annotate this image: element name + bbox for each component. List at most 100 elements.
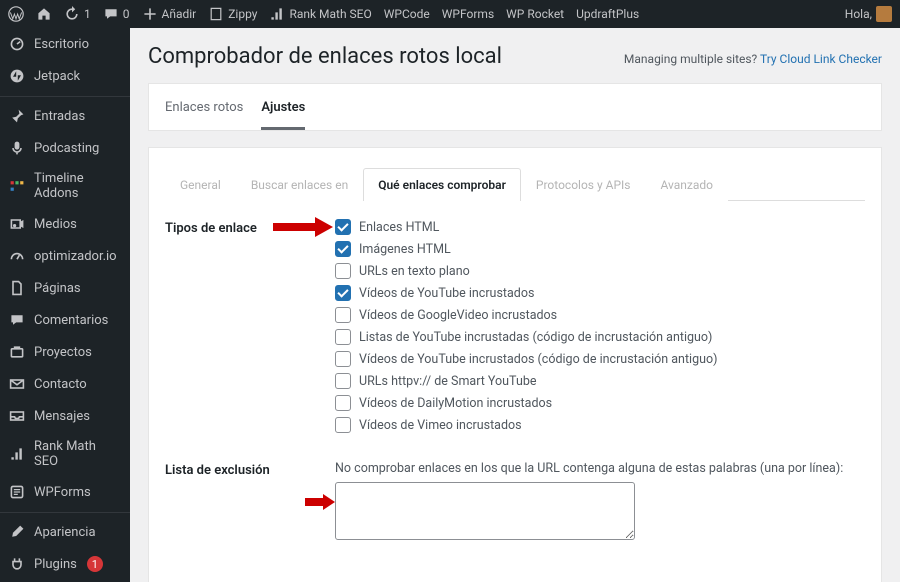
annotation-arrow: [305, 493, 335, 511]
tb-rankmath[interactable]: Rank Math SEO: [269, 6, 371, 22]
sidebar-item-label: Páginas: [34, 281, 81, 296]
brush-icon: [8, 523, 26, 541]
update-badge: 1: [87, 556, 103, 572]
link-type-option[interactable]: Enlaces HTML: [335, 219, 865, 235]
sidebar-item-label: Contacto: [34, 377, 87, 392]
checkbox[interactable]: [335, 241, 351, 257]
sidebar-item-optimizador-io[interactable]: optimizador.io: [0, 240, 130, 272]
link-type-label: Vídeos de DailyMotion incrustados: [359, 396, 552, 411]
link-type-option[interactable]: Imágenes HTML: [335, 241, 865, 257]
settings-panel: General Buscar enlaces en Qué enlaces co…: [148, 147, 882, 582]
sidebar-item-wpforms[interactable]: WPForms: [0, 476, 130, 508]
sidebar-item-label: WPForms: [34, 485, 91, 500]
checkbox[interactable]: [335, 373, 351, 389]
sidebar-item-proyectos[interactable]: Proyectos: [0, 336, 130, 368]
sidebar-item-timeline-addons[interactable]: Timeline Addons: [0, 164, 130, 208]
link-type-option[interactable]: Vídeos de YouTube incrustados (código de…: [335, 351, 865, 367]
link-type-option[interactable]: Listas de YouTube incrustadas (código de…: [335, 329, 865, 345]
admin-sidebar: EscritorioJetpack Entradas Podcasting Timel…: [0, 28, 130, 582]
jetpack-icon: [8, 67, 26, 85]
sidebar-item-label: Plugins: [34, 557, 77, 572]
sidebar-item-mensajes[interactable]: Mensajes: [0, 400, 130, 432]
timeline-icon: [8, 177, 26, 195]
dashboard-icon: [8, 35, 26, 53]
media-icon: [8, 215, 26, 233]
subtab-que-enlaces[interactable]: Qué enlaces comprobar: [363, 168, 521, 201]
sidebar-item-label: Comentarios: [34, 313, 108, 328]
link-types-label: Tipos de enlace: [165, 219, 335, 236]
link-type-label: Vídeos de YouTube incrustados (código de…: [359, 352, 717, 367]
avatar: [876, 6, 892, 22]
tb-updraft[interactable]: UpdraftPlus: [576, 7, 639, 21]
link-type-label: Listas de YouTube incrustadas (código de…: [359, 330, 712, 345]
link-type-option[interactable]: Vídeos de Vimeo incrustados: [335, 417, 865, 433]
admin-topbar: 1 0 Añadir Zippy Rank Math SEO WPCode WP…: [0, 0, 900, 28]
sidebar-item-label: Timeline Addons: [34, 171, 122, 201]
link-type-label: Vídeos de Vimeo incrustados: [359, 418, 522, 433]
sidebar-item-podcasting[interactable]: Podcasting: [0, 132, 130, 164]
add-new[interactable]: Añadir: [142, 6, 197, 22]
sidebar-item-rank-math-seo[interactable]: Rank Math SEO: [0, 432, 130, 476]
sidebar-item-contacto[interactable]: Contacto: [0, 368, 130, 400]
greeting[interactable]: Hola,: [845, 6, 892, 22]
sidebar-item-jetpack[interactable]: Jetpack: [0, 60, 130, 92]
sidebar-item-label: Rank Math SEO: [34, 439, 122, 469]
sidebar-item-comentarios[interactable]: Comentarios: [0, 304, 130, 336]
form-icon: [8, 483, 26, 501]
link-type-label: URLs en texto plano: [359, 264, 470, 279]
wp-logo[interactable]: [8, 6, 24, 22]
sidebar-item-label: Proyectos: [34, 345, 92, 360]
tb-wpcode[interactable]: WPCode: [384, 7, 430, 21]
exclusion-desc: No comprobar enlaces en los que la URL c…: [335, 461, 865, 476]
subtab-protocolos[interactable]: Protocolos y APIs: [521, 168, 646, 201]
link-type-option[interactable]: Vídeos de GoogleVideo incrustados: [335, 307, 865, 323]
subtab-avanzado[interactable]: Avanzado: [645, 168, 728, 201]
checkbox[interactable]: [335, 329, 351, 345]
tab-enlaces-rotos[interactable]: Enlaces rotos: [165, 100, 243, 129]
sidebar-item-label: Podcasting: [34, 141, 99, 156]
link-type-option[interactable]: Vídeos de DailyMotion incrustados: [335, 395, 865, 411]
comments-icon[interactable]: 0: [103, 6, 130, 22]
tab-ajustes[interactable]: Ajustes: [261, 100, 305, 130]
tb-wprocket[interactable]: WP Rocket: [506, 7, 564, 21]
checkbox[interactable]: [335, 219, 351, 235]
portfolio-icon: [8, 343, 26, 361]
page-title: Comprobador de enlaces rotos local: [148, 44, 502, 69]
checkbox[interactable]: [335, 351, 351, 367]
checkbox[interactable]: [335, 285, 351, 301]
exclusion-textarea[interactable]: [335, 482, 635, 540]
link-type-label: Vídeos de GoogleVideo incrustados: [359, 308, 557, 323]
sidebar-item-entradas[interactable]: Entradas: [0, 96, 130, 132]
sidebar-item-plugins[interactable]: Plugins 1: [0, 548, 130, 580]
subtab-buscar[interactable]: Buscar enlaces en: [236, 168, 363, 201]
tb-zippy[interactable]: Zippy: [208, 6, 257, 22]
tb-wpforms[interactable]: WPForms: [442, 7, 494, 21]
link-types-field: Enlaces HTML Imágenes HTML URLs en texto p…: [335, 219, 865, 439]
inbox-icon: [8, 407, 26, 425]
main-content: Comprobador de enlaces rotos local Manag…: [130, 28, 900, 582]
mic-icon: [8, 139, 26, 157]
sidebar-item-apariencia[interactable]: Apariencia: [0, 512, 130, 548]
updates-icon[interactable]: 1: [64, 6, 91, 22]
checkbox[interactable]: [335, 417, 351, 433]
link-type-option[interactable]: URLs httpv:// de Smart YouTube: [335, 373, 865, 389]
link-type-label: URLs httpv:// de Smart YouTube: [359, 374, 536, 389]
subtab-general[interactable]: General: [165, 168, 236, 201]
sidebar-item-p-ginas[interactable]: Páginas: [0, 272, 130, 304]
checkbox[interactable]: [335, 395, 351, 411]
sidebar-item-label: Mensajes: [34, 409, 90, 424]
home-icon[interactable]: [36, 6, 52, 22]
tabs-panel: Enlaces rotos Ajustes: [148, 83, 882, 131]
checkbox[interactable]: [335, 263, 351, 279]
mail-icon: [8, 375, 26, 393]
link-type-option[interactable]: URLs en texto plano: [335, 263, 865, 279]
sidebar-item-label: Medios: [34, 217, 77, 232]
link-type-option[interactable]: Vídeos de YouTube incrustados: [335, 285, 865, 301]
cloud-link-checker-link[interactable]: Try Cloud Link Checker: [760, 52, 882, 66]
sidebar-item-escritorio[interactable]: Escritorio: [0, 28, 130, 60]
page-icon: [8, 279, 26, 297]
chart-icon: [8, 445, 26, 463]
sidebar-item-medios[interactable]: Medios: [0, 208, 130, 240]
checkbox[interactable]: [335, 307, 351, 323]
link-type-label: Imágenes HTML: [359, 242, 451, 257]
